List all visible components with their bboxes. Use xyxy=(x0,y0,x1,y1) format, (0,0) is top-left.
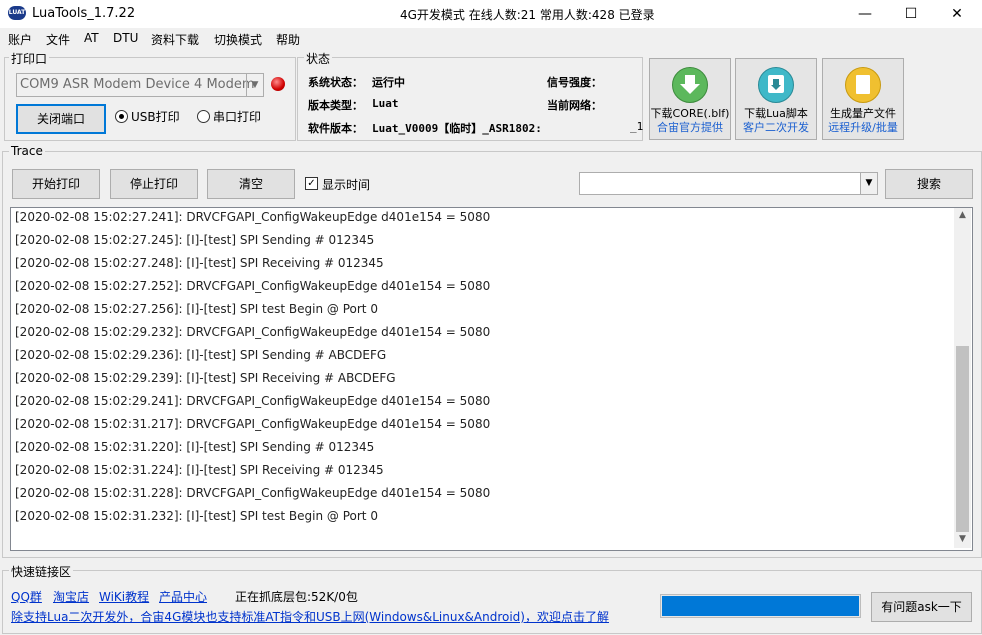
stop-print-button[interactable]: 停止打印 xyxy=(110,169,198,199)
log-line: [2020-02-08 15:02:31.220]: [I]-[test] SP… xyxy=(15,440,375,454)
generate-production-subtitle: 远程升级/批量 xyxy=(828,121,898,134)
luatools-logo-icon: LUAT xyxy=(8,6,26,20)
log-line: [2020-02-08 15:02:27.248]: [I]-[test] SP… xyxy=(15,256,384,270)
chevron-down-icon[interactable]: ▼ xyxy=(246,74,263,96)
close-port-button[interactable]: 关闭端口 xyxy=(16,104,106,134)
log-line: [2020-02-08 15:02:27.241]: DRVCFGAPI_Con… xyxy=(15,210,491,224)
menu-account[interactable]: 账户 xyxy=(8,31,32,48)
trace-log[interactable]: [2020-02-08 15:02:27.241]: DRVCFGAPI_Con… xyxy=(10,207,973,551)
serial-print-label: 串口打印 xyxy=(213,110,262,124)
trace-title: Trace xyxy=(9,144,45,158)
link-wiki[interactable]: WiKi教程 xyxy=(99,588,149,605)
online-status-title: 4G开发模式 在线人数:21 常用人数:428 已登录 xyxy=(400,8,655,22)
menu-file[interactable]: 文件 xyxy=(46,31,70,48)
port-status-led-icon xyxy=(271,77,285,91)
port-select[interactable]: COM9 ASR Modem Device 4 Modem ▼ xyxy=(16,73,264,97)
menu-dtu[interactable]: DTU xyxy=(113,31,138,45)
menu-downloads[interactable]: 资料下载 xyxy=(151,31,199,48)
download-core-button[interactable]: 下载CORE(.blf) 合宙官方提供 xyxy=(649,58,731,140)
log-line: [2020-02-08 15:02:31.232]: [I]-[test] SP… xyxy=(15,509,378,523)
log-line: [2020-02-08 15:02:31.228]: DRVCFGAPI_Con… xyxy=(15,486,491,500)
current-network-label: 当前网络： xyxy=(547,99,602,112)
download-lua-button[interactable]: 下载Lua脚本 客户二次开发 xyxy=(735,58,817,140)
search-button[interactable]: 搜索 xyxy=(885,169,973,199)
log-line: [2020-02-08 15:02:29.241]: DRVCFGAPI_Con… xyxy=(15,394,491,408)
print-port-title: 打印口 xyxy=(9,50,50,67)
promo-link[interactable]: 除支持Lua二次开发外，合宙4G模块也支持标准AT指令和USB上网(Window… xyxy=(11,608,609,625)
start-print-button[interactable]: 开始打印 xyxy=(12,169,100,199)
menu-bar xyxy=(0,28,982,48)
progress-bar xyxy=(660,594,861,618)
usb-print-label: USB打印 xyxy=(131,110,180,124)
menu-at[interactable]: AT xyxy=(84,31,99,45)
minimize-button[interactable]: — xyxy=(842,0,888,28)
log-line: [2020-02-08 15:02:27.245]: [I]-[test] SP… xyxy=(15,233,375,247)
version-type-value: Luat xyxy=(372,97,399,110)
software-version-tail: _1 xyxy=(630,120,644,133)
ask-question-button[interactable]: 有问题ask一下 xyxy=(871,592,972,622)
system-status-label: 系统状态： xyxy=(308,76,363,89)
link-qq-group[interactable]: QQ群 xyxy=(11,588,42,605)
download-arrow-icon xyxy=(672,67,708,103)
log-line: [2020-02-08 15:02:29.236]: [I]-[test] SP… xyxy=(15,348,387,362)
chevron-down-icon[interactable]: ▼ xyxy=(860,173,877,194)
log-line: [2020-02-08 15:02:27.256]: [I]-[test] SP… xyxy=(15,302,378,316)
scrollbar-thumb[interactable] xyxy=(956,346,969,532)
usb-print-radio[interactable] xyxy=(115,110,128,123)
scroll-down-icon[interactable]: ▼ xyxy=(954,534,971,548)
window-title: LuaTools_1.7.22 xyxy=(32,6,136,21)
capture-status: 正在抓底层包:52K/0包 xyxy=(235,590,358,604)
system-status-value: 运行中 xyxy=(372,76,405,89)
clear-button[interactable]: 清空 xyxy=(207,169,295,199)
log-line: [2020-02-08 15:02:31.224]: [I]-[test] SP… xyxy=(15,463,384,477)
software-version-label: 软件版本： xyxy=(308,122,363,135)
log-line: [2020-02-08 15:02:27.252]: DRVCFGAPI_Con… xyxy=(15,279,491,293)
signal-strength-label: 信号强度： xyxy=(547,76,602,89)
log-scrollbar[interactable]: ▲ ▼ xyxy=(954,208,971,548)
generate-production-button[interactable]: 生成量产文件 远程升级/批量 xyxy=(822,58,904,140)
log-line: [2020-02-08 15:02:31.217]: DRVCFGAPI_Con… xyxy=(15,417,491,431)
log-line: [2020-02-08 15:02:29.239]: [I]-[test] SP… xyxy=(15,371,396,385)
search-combo[interactable]: ▼ xyxy=(579,172,878,195)
maximize-button[interactable]: ☐ xyxy=(888,0,934,28)
document-icon xyxy=(845,67,881,103)
close-button[interactable]: ✕ xyxy=(934,0,980,28)
script-download-icon xyxy=(758,67,794,103)
link-products[interactable]: 产品中心 xyxy=(159,588,207,605)
menu-switch-mode[interactable]: 切换模式 xyxy=(214,31,262,48)
quick-links-title: 快速链接区 xyxy=(9,563,74,580)
menu-help[interactable]: 帮助 xyxy=(276,31,300,48)
log-line: [2020-02-08 15:02:29.232]: DRVCFGAPI_Con… xyxy=(15,325,491,339)
software-version-value: Luat_V0009【临时】_ASR1802: xyxy=(372,122,542,135)
progress-fill xyxy=(662,596,859,616)
link-taobao[interactable]: 淘宝店 xyxy=(53,588,89,605)
download-core-subtitle: 合宙官方提供 xyxy=(657,121,723,134)
download-lua-subtitle: 客户二次开发 xyxy=(743,121,809,134)
port-select-value: COM9 ASR Modem Device 4 Modem xyxy=(20,77,255,92)
status-title: 状态 xyxy=(304,50,333,67)
show-time-checkbox[interactable]: ✓ xyxy=(305,177,318,190)
scroll-up-icon[interactable]: ▲ xyxy=(954,210,971,224)
version-type-label: 版本类型： xyxy=(308,99,363,112)
serial-print-radio[interactable] xyxy=(197,110,210,123)
show-time-label: 显示时间 xyxy=(322,178,371,192)
